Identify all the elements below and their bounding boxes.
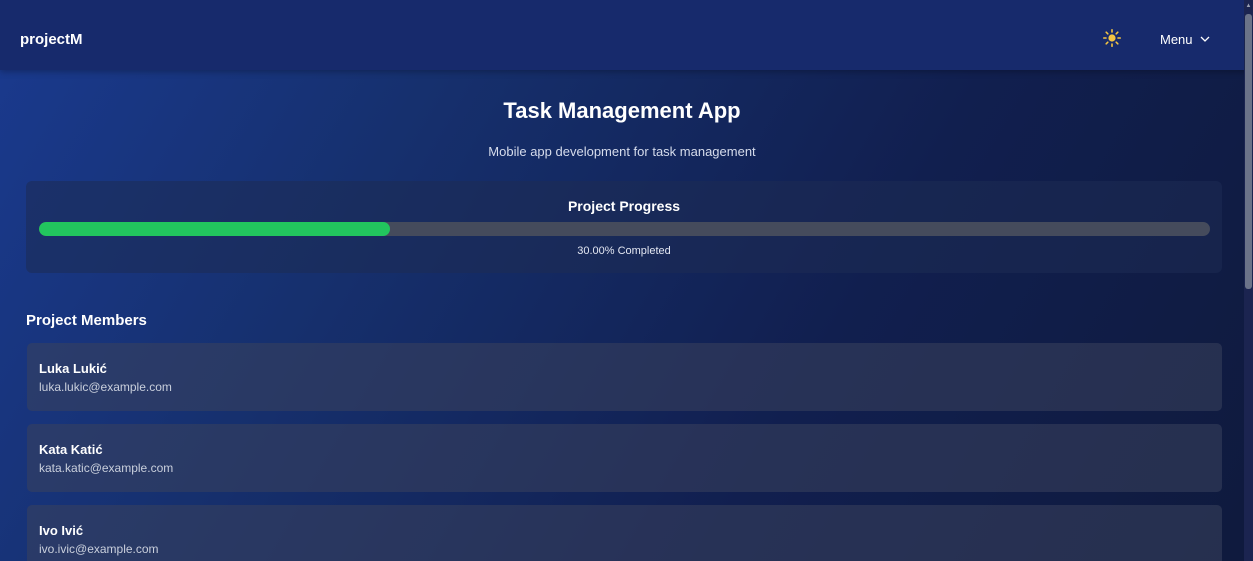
menu-button[interactable]: Menu <box>1160 30 1211 48</box>
scroll-up-icon[interactable]: ▲ <box>1245 2 1252 10</box>
brand-logo[interactable]: projectM <box>20 31 83 48</box>
project-description: Mobile app development for task manageme… <box>488 144 756 159</box>
chevron-down-icon <box>1200 36 1209 42</box>
project-title: Task Management App <box>503 98 741 123</box>
member-email: kata.katic@example.com <box>39 461 174 475</box>
progress-title: Project Progress <box>567 198 681 214</box>
member-card[interactable]: Kata Katić kata.katic@example.com <box>27 424 1222 492</box>
progress-bar-fill <box>39 222 391 236</box>
top-navbar: projectM Menu <box>0 0 1253 70</box>
page-scrollbar[interactable]: ▲ <box>1244 0 1253 561</box>
progress-bar-track <box>39 222 1210 236</box>
progress-label: 30.00% Completed <box>577 245 671 257</box>
project-progress-card: Project Progress 30.00% Completed <box>26 181 1222 273</box>
member-name: Luka Lukić <box>39 361 107 376</box>
scrollbar-thumb[interactable] <box>1245 14 1252 289</box>
member-card[interactable]: Luka Lukić luka.lukic@example.com <box>27 343 1222 411</box>
members-section-title: Project Members <box>26 312 147 329</box>
sun-icon <box>1103 29 1121 47</box>
member-email: ivo.ivic@example.com <box>39 542 159 556</box>
member-name: Ivo Ivić <box>39 523 84 538</box>
theme-toggle-button[interactable] <box>1102 28 1122 48</box>
member-name: Kata Katić <box>39 442 103 457</box>
member-email: luka.lukic@example.com <box>39 380 172 394</box>
member-card[interactable]: Ivo Ivić ivo.ivic@example.com <box>27 505 1222 561</box>
menu-button-label: Menu <box>1160 31 1193 47</box>
